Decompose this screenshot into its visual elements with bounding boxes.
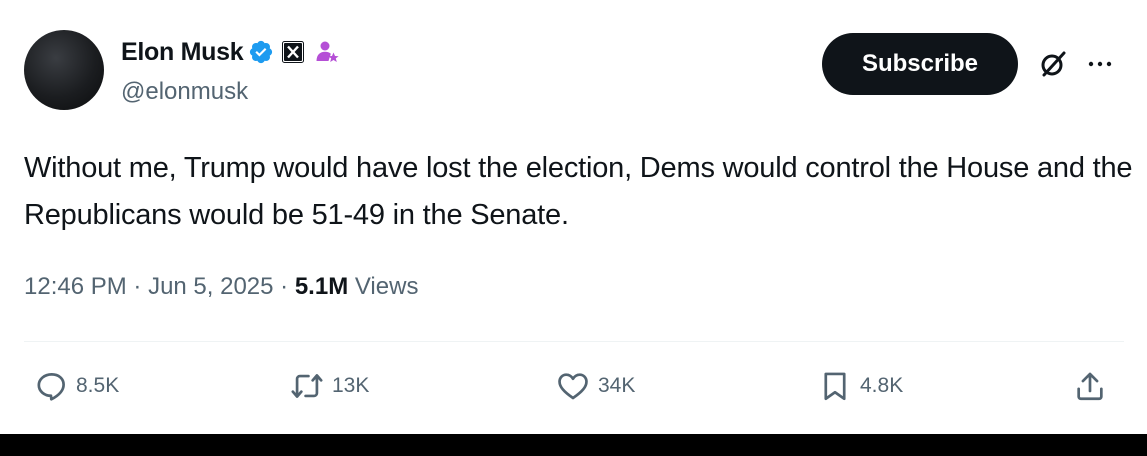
divider [24, 341, 1124, 342]
verified-badge-icon [250, 40, 273, 64]
tweet-time[interactable]: 12:46 PM [24, 273, 127, 300]
bookmark-icon [824, 372, 846, 401]
views-count: 5.1M [294, 273, 349, 300]
heart-icon [558, 373, 588, 400]
bookmark-count: 4.8K [860, 374, 904, 397]
more-icon[interactable] [1085, 50, 1115, 78]
tweet-text: Without me, Trump would have lost the el… [24, 152, 1133, 231]
reply-count: 8.5K [76, 374, 120, 397]
reply-icon [37, 373, 65, 401]
like-count: 34K [598, 374, 636, 397]
share-icon [1077, 372, 1103, 401]
author-handle[interactable]: @elonmusk [121, 78, 248, 106]
x-affiliate-icon[interactable] [282, 41, 305, 63]
avatar[interactable] [24, 30, 104, 110]
views-label: Views [354, 273, 419, 300]
tweet-date[interactable]: Jun 5, 2025 [148, 273, 273, 300]
tweet-meta: 12:46 PM · Jun 5, 2025 · 5.1M Views [24, 273, 418, 301]
author-row: Elon Musk [121, 36, 340, 68]
bottom-bar [0, 434, 1147, 456]
like-button[interactable]: 34K [556, 366, 635, 406]
bookmark-button[interactable]: 4.8K [818, 366, 903, 406]
grok-icon[interactable] [1037, 48, 1069, 80]
repost-button[interactable]: 13K [290, 366, 369, 406]
meta-separator: · [126, 273, 149, 300]
repost-count: 13K [332, 374, 370, 397]
tweet-card: Elon Musk @elonmusk Subscribe Without me… [0, 0, 1147, 434]
author-name[interactable]: Elon Musk [121, 38, 244, 67]
person-star-icon [316, 41, 339, 62]
subscribe-button[interactable]: Subscribe [822, 33, 1018, 95]
share-button[interactable] [1073, 366, 1107, 406]
reply-button[interactable]: 8.5K [34, 366, 119, 406]
meta-separator: · [273, 273, 295, 300]
repost-icon [291, 374, 323, 398]
